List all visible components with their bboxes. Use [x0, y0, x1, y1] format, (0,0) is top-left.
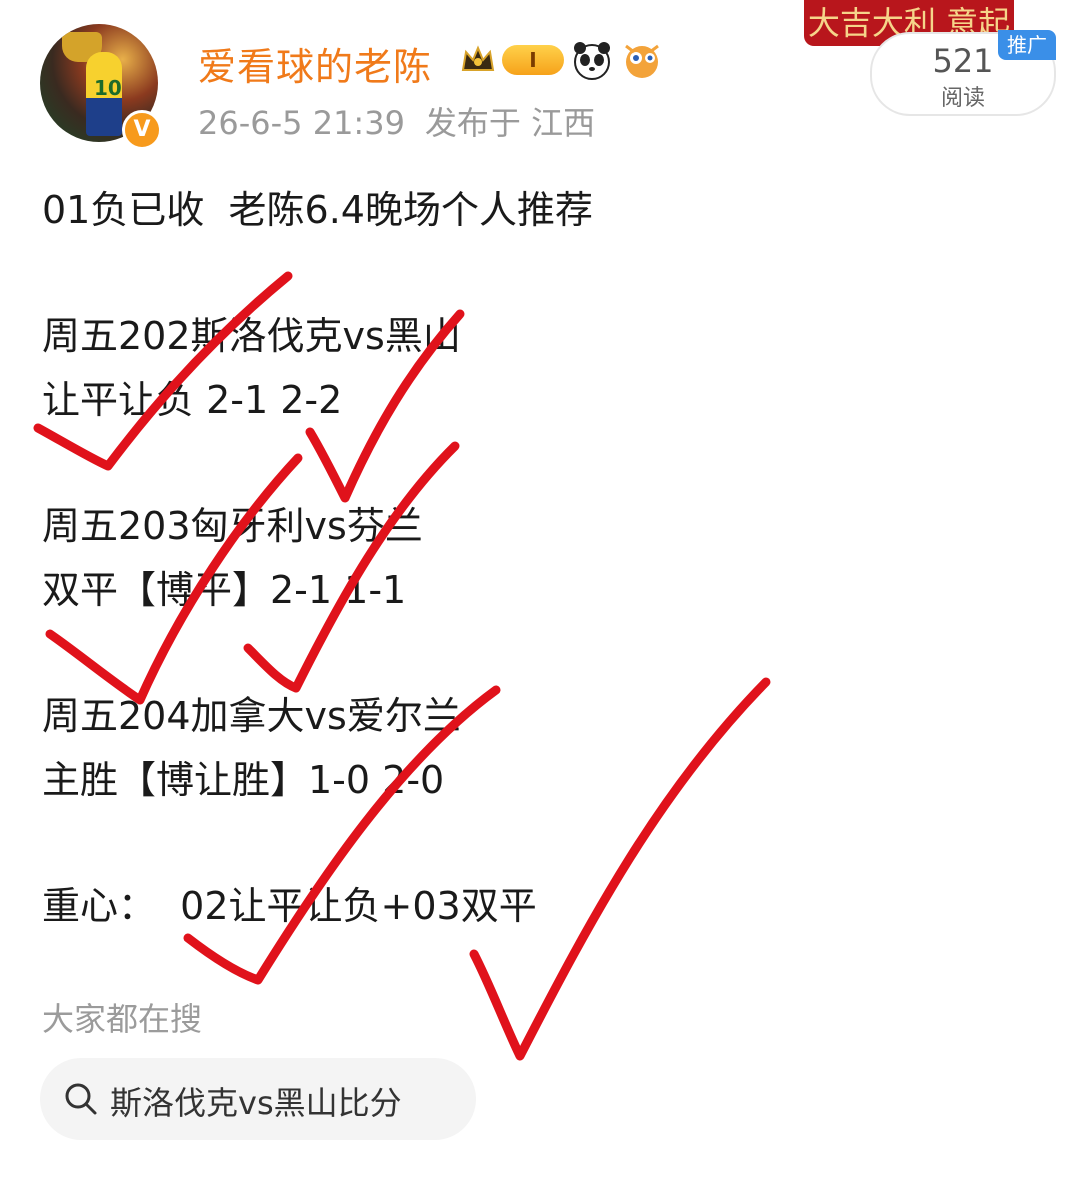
post-line-match-202: 周五202斯洛伐克vs黑山: [42, 314, 461, 358]
promote-tag[interactable]: 推广: [998, 30, 1056, 60]
post-line-pick-204: 主胜【博让胜】1-0 2-0: [42, 758, 445, 802]
post-line-match-204: 周五204加拿大vs爱尔兰: [42, 694, 461, 738]
level-badge[interactable]: I: [502, 45, 564, 75]
post-line-pick-203: 双平【博平】2-1 1-1: [42, 568, 407, 612]
post-body: 01负已收 老陈6.4晚场个人推荐 周五202斯洛伐克vs黑山 让平让负 2-1…: [42, 178, 593, 938]
post-location: 发布于 江西: [424, 104, 596, 142]
hot-search-label: 大家都在搜: [42, 1000, 203, 1038]
hot-search-query: 斯洛伐克vs黑山比分: [110, 1084, 402, 1122]
hot-search-chip[interactable]: 斯洛伐克vs黑山比分: [40, 1058, 476, 1140]
author-name[interactable]: 爱看球的老陈: [198, 36, 432, 91]
verified-badge-icon: V: [122, 110, 162, 150]
search-icon: [65, 1083, 97, 1115]
post-line-headline: 01负已收 老陈6.4晚场个人推荐: [42, 188, 593, 232]
post-line-pick-202: 让平让负 2-1 2-2: [42, 378, 343, 422]
post-line-match-203: 周五203匈牙利vs芬兰: [42, 504, 423, 548]
post-line-focus: 重心： 02让平让负+03双平: [42, 884, 537, 928]
crown-icon[interactable]: [460, 42, 496, 78]
fish-icon[interactable]: [620, 38, 664, 82]
user-badges: I: [460, 38, 664, 82]
panda-icon[interactable]: [570, 38, 614, 82]
jersey-number: 10: [94, 76, 122, 100]
read-label: 阅读: [940, 86, 985, 111]
post-meta: 26-6-5 21:39 发布于 江西: [198, 98, 615, 144]
post-date: 26-6-5 21:39: [198, 104, 405, 142]
